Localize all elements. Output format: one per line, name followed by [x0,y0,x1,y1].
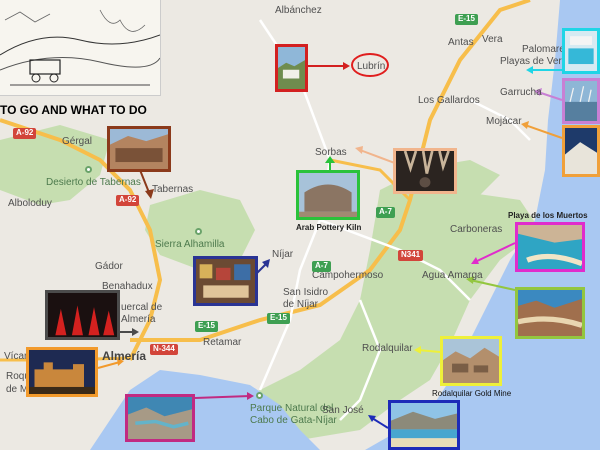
photo-arab-pottery-kiln[interactable] [296,170,360,220]
photo-sorbas-cave[interactable] [393,148,457,194]
place-mojacar: Mojácar [486,116,522,127]
place-san-isidro-nijar: de Níjar [283,299,319,310]
caption-arab-pottery-kiln: Arab Pottery Kiln [296,223,362,232]
arrow-sanjose [371,417,389,429]
photo-garrucha[interactable] [562,78,600,124]
sketch-illustration [0,0,161,96]
place-rodalquilar: Rodalquilar [362,343,413,354]
place-carboneras: Carboneras [450,224,503,235]
market-photo-icon [196,259,255,303]
village-photo-icon [278,47,305,89]
park-marker-icon [195,228,202,235]
place-sierra-alhamilla: Sierra Alhamilla [155,239,225,250]
pool-photo-icon [565,31,597,71]
photo-playa-de-los-muertos[interactable] [515,222,585,272]
place-almeria: Almería [102,349,147,363]
photo-rodalquilar-gold-mine[interactable] [440,336,502,386]
place-agua-amarga: Agua Amarga [422,270,483,281]
place-desierto-de-tabernas: Desierto de Tabernas [46,177,141,188]
coast-photo-icon [128,397,192,439]
place-retamar: Retamar [203,337,242,348]
place-san-isidro: San Isidro [283,287,329,298]
place-antas: Antas [448,37,474,48]
photo-alcazaba[interactable] [26,347,98,397]
place-huercal-de: uercal de [121,302,163,313]
hill-town-photo-icon [565,128,597,174]
flamenco-photo-icon [48,293,117,337]
beach-photo-icon [518,290,582,336]
cove-photo-icon [518,225,582,269]
place-garrucha: Garrucha [500,87,542,98]
place-albanchez: Albánchez [275,5,322,16]
map-canvas[interactable]: TO GO AND WHAT TO DO Albánchez Antas Ver… [0,0,600,450]
photo-mojacar[interactable] [562,125,600,177]
place-cabo-de-gata: Cabo de Gata-Níjar [250,415,337,426]
caption-playa-de-los-muertos: Playa de los Muertos [508,211,588,220]
road-shield-a92-mid: A-92 [116,195,140,206]
mine-photo-icon [443,339,499,383]
kiln-photo-icon [299,173,357,217]
place-gergal: Gérgal [62,136,93,147]
park-marker-icon [256,392,263,399]
place-playas-de-vera: Playas de Vera [500,56,568,67]
bay-photo-icon [391,403,457,447]
photo-lubrin[interactable] [275,44,308,92]
place-san-jose: San José [322,405,364,416]
road-shield-a7-mid: A-7 [376,207,395,218]
road-shield-e15-right: E-15 [267,313,290,324]
road-shield-a7-low: A-7 [312,261,331,272]
place-los-gallardos: Los Gallardos [418,95,480,106]
road-shield-n341: N341 [398,250,424,261]
place-tabernas: Tabernas [152,184,194,195]
cave-photo-icon [396,151,454,191]
place-sorbas: Sorbas [315,147,347,158]
place-huercal-almeria: Almería [121,314,156,325]
photo-playas-de-vera[interactable] [562,28,600,74]
castle-photo-icon [29,350,95,394]
place-campohermoso: Campohermoso [312,270,384,281]
photo-flamenco[interactable] [45,290,120,340]
western-town-photo-icon [110,129,168,169]
road-shield-n344: N-344 [150,344,178,355]
page-title: TO GO AND WHAT TO DO [0,103,147,117]
place-alboloduy: Alboloduy [8,198,52,209]
harbor-photo-icon [565,81,597,121]
photo-san-jose[interactable] [388,400,460,450]
photo-nijar-market[interactable] [193,256,258,306]
place-nijar: Níjar [272,249,294,260]
photo-cabo-de-gata[interactable] [125,394,195,442]
road-shield-a92-left: A-92 [13,128,37,139]
road-shield-e15-top: E-15 [455,14,478,25]
highlight-circle-lubrin [351,53,389,77]
place-vera: Vera [482,34,503,45]
park-marker-icon [85,166,92,173]
place-vicar: Vícar [4,351,28,362]
place-gador: Gádor [95,261,123,272]
photo-tabernas[interactable] [107,126,171,172]
caption-rodalquilar-gold-mine: Rodalquilar Gold Mine [432,389,512,398]
photo-agua-amarga[interactable] [515,287,585,339]
road-shield-e15-low: E-15 [195,321,218,332]
place-parque-natural: Parque Natural del [250,403,334,414]
